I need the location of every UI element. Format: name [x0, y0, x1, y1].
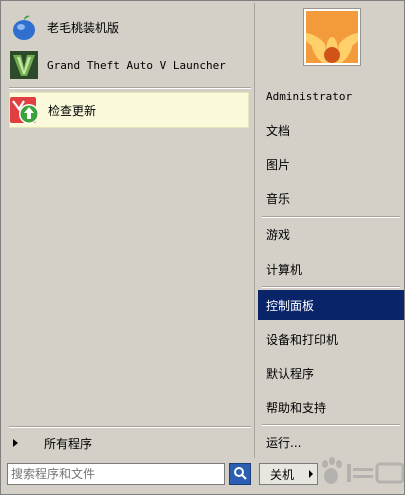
place-item-music[interactable]: 音乐	[258, 183, 404, 213]
peach-icon	[9, 12, 39, 42]
program-item-gta-v-launcher[interactable]: Grand Theft Auto V Launcher	[9, 47, 249, 83]
place-item-control-panel[interactable]: 控制面板	[258, 290, 404, 320]
shutdown-options-button[interactable]	[304, 463, 318, 485]
place-label: 文档	[266, 123, 291, 138]
all-programs-label: 所有程序	[44, 436, 93, 451]
place-label: 计算机	[266, 262, 303, 277]
place-item-computer[interactable]: 计算机	[258, 254, 404, 284]
separator	[9, 87, 251, 89]
places-pane: Administrator 文档 图片 音乐 游戏 计算机 控制面板 设备和打印…	[258, 3, 404, 458]
place-label: 控制面板	[266, 298, 315, 313]
place-item-games[interactable]: 游戏	[258, 219, 404, 249]
separator	[9, 426, 251, 428]
search-input[interactable]	[11, 467, 224, 481]
separator	[262, 216, 400, 218]
place-item-documents[interactable]: 文档	[258, 115, 404, 145]
chevron-right-icon	[308, 470, 313, 478]
separator	[262, 286, 400, 288]
place-label: 默认程序	[266, 366, 315, 381]
place-label: 设备和打印机	[266, 332, 339, 347]
place-item-run[interactable]: 运行...	[258, 427, 404, 457]
shutdown-label: 关机	[269, 467, 294, 482]
search-button[interactable]	[229, 463, 251, 485]
user-avatar[interactable]	[304, 9, 360, 65]
user-name-item[interactable]: Administrator	[258, 81, 404, 111]
start-menu: 老毛桃装机版 Grand Theft Auto V Launcher 检查更新 …	[0, 0, 405, 495]
user-name-label: Administrator	[266, 89, 353, 103]
program-item-check-updates[interactable]: 检查更新	[9, 92, 249, 128]
place-label: 图片	[266, 157, 291, 172]
program-label: Grand Theft Auto V Launcher	[47, 58, 226, 72]
place-item-help-support[interactable]: 帮助和支持	[258, 392, 404, 422]
separator	[262, 424, 400, 426]
baidu-watermark-logo	[322, 457, 405, 484]
place-item-pictures[interactable]: 图片	[258, 149, 404, 179]
all-programs-button[interactable]: 所有程序	[9, 431, 249, 455]
gta-v-icon	[9, 50, 39, 80]
program-label: 老毛桃装机版	[47, 20, 120, 35]
place-item-devices-printers[interactable]: 设备和打印机	[258, 324, 404, 354]
place-label: 运行...	[266, 435, 302, 450]
place-label: 帮助和支持	[266, 400, 327, 415]
chevron-right-icon	[13, 439, 18, 447]
programs-pane: 老毛桃装机版 Grand Theft Auto V Launcher 检查更新 …	[3, 3, 255, 458]
place-label: 游戏	[266, 227, 291, 242]
program-label: 检查更新	[48, 103, 97, 118]
search-box[interactable]	[7, 463, 225, 485]
program-item-laomaotao[interactable]: 老毛桃装机版	[9, 9, 249, 45]
place-item-default-programs[interactable]: 默认程序	[258, 358, 404, 388]
shutdown-button[interactable]: 关机	[259, 463, 305, 485]
search-icon	[233, 466, 247, 483]
place-label: 音乐	[266, 191, 291, 206]
update-arrow-icon	[10, 95, 40, 125]
